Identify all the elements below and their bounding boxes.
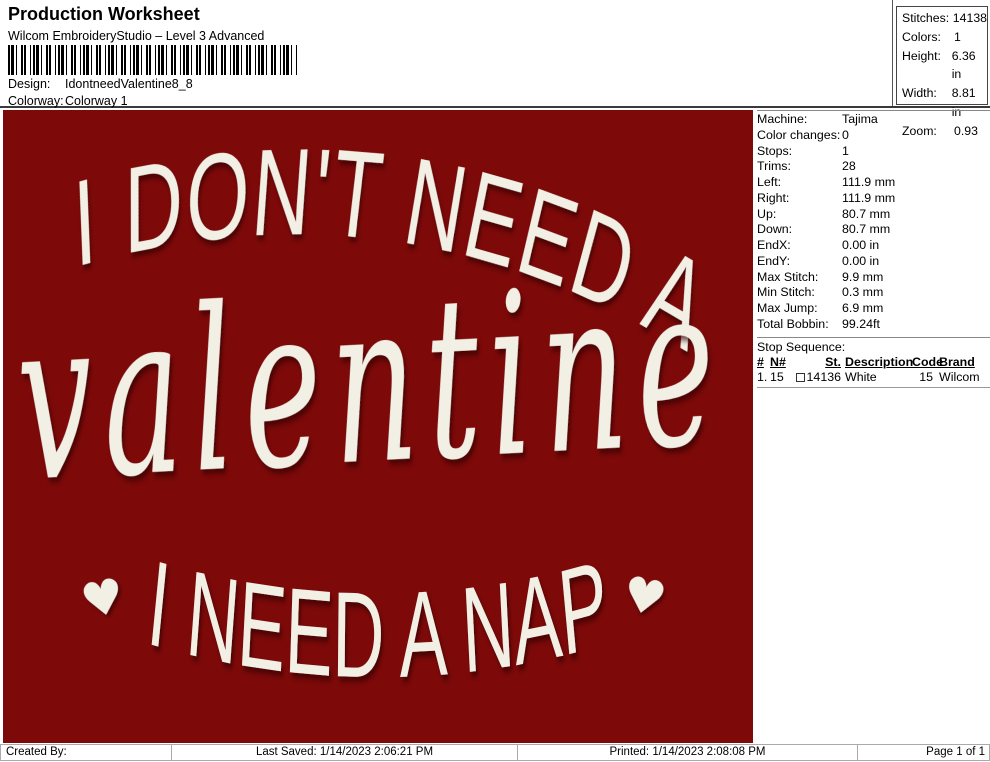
colorway-label: Colorway:: [8, 94, 64, 108]
colorway-row: Colorway: Colorway 1: [8, 94, 128, 108]
design-preview-svg: I DON'T NEED A valentine I NEED A NAP ♥ …: [3, 110, 753, 743]
stop-sequence-section: Stop Sequence: # N# St. Description Code…: [757, 336, 990, 388]
stop-sequence-row: 1. 15 14136 White 15 Wilcom: [757, 370, 990, 388]
thread-code: 15: [919, 369, 933, 384]
machine-info-table: Machine: Tajima Color changes: 0 Stops: 1 T…: [757, 110, 990, 333]
colorway-value: Colorway 1: [65, 94, 128, 108]
thread-checkbox: [795, 372, 805, 382]
machine-info-panel: Machine: Tajima Color changes: 0 Stops: 1 T…: [757, 110, 990, 743]
summary-row: Stitches: 14138: [902, 11, 987, 25]
info-row: Machine: Tajima: [757, 112, 878, 126]
info-row: Trims: 28: [757, 159, 856, 174]
stop-number: 1.: [757, 369, 768, 384]
production-worksheet-page: Production Worksheet Wilcom EmbroiderySt…: [0, 0, 990, 762]
stitch-count-cell: 14136: [789, 370, 841, 385]
page-title: Production Worksheet: [8, 4, 200, 24]
info-row: Max Stitch: 9.9 mm: [757, 269, 884, 284]
info-row: Min Stitch: 0.3 mm: [757, 285, 884, 300]
design-value: IdontneedValentine8_8: [65, 77, 193, 91]
info-row: Down: 80.7 mm: [757, 222, 891, 237]
info-row: Total Bobbin: 99.24ft: [757, 316, 880, 331]
thread-description: White: [845, 369, 877, 384]
last-saved-cell: Last Saved: 1/14/2023 2:06:21 PM: [172, 744, 518, 761]
design-label: Design:: [8, 77, 51, 91]
header: Production Worksheet Wilcom EmbroiderySt…: [0, 0, 990, 138]
script-text-group: valentine: [11, 235, 731, 532]
info-row: Color changes: 0: [757, 127, 849, 142]
info-row: Stops: 1: [757, 143, 849, 158]
script-text: valentine: [11, 235, 731, 532]
info-row: Up: 80.7 mm: [757, 206, 891, 221]
design-name-row: Design: IdontneedValentine8_8: [8, 77, 193, 91]
thread-brand: Wilcom: [939, 369, 980, 384]
software-subtitle: Wilcom EmbroideryStudio – Level 3 Advanc…: [8, 29, 265, 43]
design-summary-box: Stitches: 14138 Colors: 1 Height: 6.36 in W…: [896, 6, 988, 138]
created-by-cell: Created By:: [0, 744, 172, 761]
embroidery-design-preview: I DON'T NEED A valentine I NEED A NAP ♥ …: [3, 110, 753, 743]
page-number-cell: Page 1 of 1: [858, 744, 990, 761]
stop-sequence-title: Stop Sequence:: [757, 339, 846, 354]
needle-number: 15: [770, 369, 784, 384]
printed-cell: Printed: 1/14/2023 2:08:08 PM: [518, 744, 858, 761]
info-row: EndX: 0.00 in: [757, 238, 880, 252]
header-left-section: Production Worksheet Wilcom EmbroiderySt…: [0, 0, 893, 108]
summary-row: Height: 6.36 in: [902, 48, 976, 82]
info-row: EndY: 0.00 in: [757, 253, 880, 268]
info-row: Right: 111.9 mm: [757, 190, 896, 205]
footer: Created By: Last Saved: 1/14/2023 2:06:2…: [0, 744, 990, 761]
info-row: Max Jump: 6.9 mm: [757, 301, 884, 315]
summary-row: Colors: 1: [902, 29, 961, 44]
info-row: Left: 111.9 mm: [757, 175, 896, 189]
stop-sequence-header-row: # N# St. Description Code Brand: [757, 354, 975, 369]
design-barcode: [8, 45, 297, 75]
